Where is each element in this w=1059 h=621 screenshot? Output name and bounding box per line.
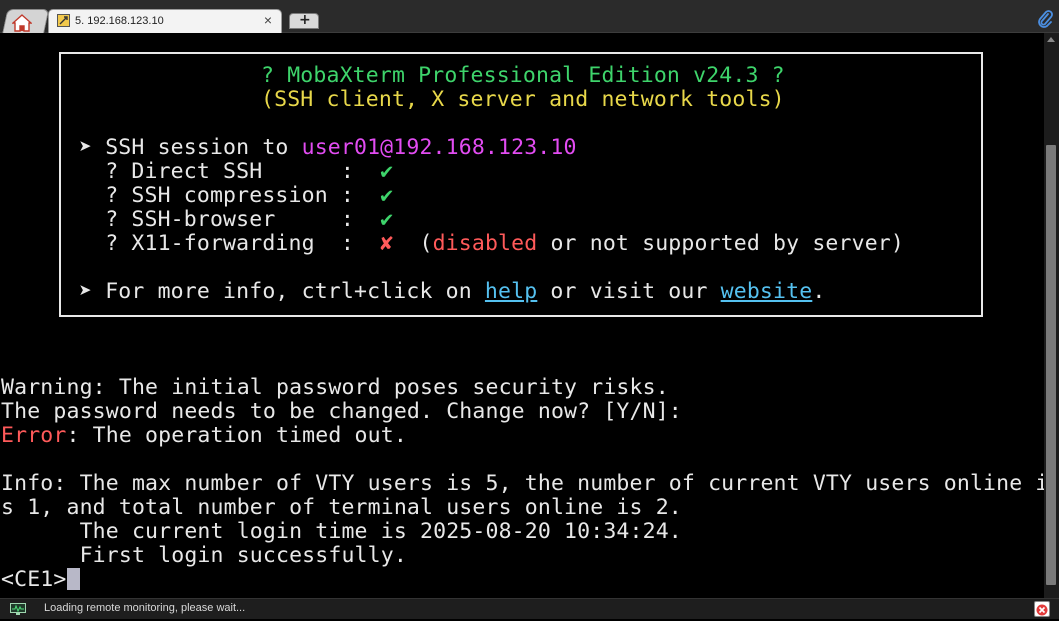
login-time-line: The current login time is 2025-08-20 10:…	[1, 519, 682, 544]
ssh-session-prefix: ➤ SSH session to	[79, 135, 302, 160]
option-ssh-compression: ? SSH compression : ✔	[79, 184, 393, 208]
option-label: ? X11-forwarding :	[79, 231, 381, 256]
home-icon[interactable]	[12, 14, 32, 32]
text-cursor	[67, 568, 81, 590]
tab-session-label: 5. 192.168.123.10	[75, 15, 164, 27]
paperclip-icon[interactable]	[1037, 10, 1053, 28]
tab-bar: 5. 192.168.123.10 × +	[0, 0, 1059, 34]
cross-icon: ✘	[380, 231, 394, 256]
option-label: ? SSH compression :	[79, 183, 381, 208]
more-info-line: ➤ For more info, ctrl+click on help or v…	[79, 280, 825, 304]
new-tab-button[interactable]: +	[289, 12, 319, 29]
first-login-line: First login successfully.	[1, 543, 407, 568]
ssh-session-icon	[57, 14, 70, 27]
option-direct-ssh: ? Direct SSH : ✔	[79, 160, 393, 184]
option-label: ? Direct SSH :	[79, 159, 381, 184]
option-label: ? SSH-browser :	[79, 207, 381, 232]
monitor-icon[interactable]	[10, 603, 26, 615]
check-icon: ✔	[380, 207, 394, 232]
info-line-2: s 1, and total number of terminal users …	[1, 495, 682, 520]
check-icon: ✔	[380, 183, 394, 208]
ssh-session-target: user01@192.168.123.10	[301, 135, 577, 160]
info-line-1: Info: The max number of VTY users is 5, …	[1, 471, 1044, 496]
check-icon: ✔	[380, 159, 394, 184]
tab-session[interactable]: 5. 192.168.123.10 ×	[48, 9, 282, 33]
more-info-prefix: ➤ For more info, ctrl+click on	[79, 279, 485, 304]
prompt-text: <CE1>	[1, 567, 67, 592]
plus-icon: +	[299, 12, 311, 28]
scrollbar-thumb[interactable]	[1046, 145, 1056, 585]
banner-subtitle: (SSH client, X server and network tools)	[261, 87, 785, 112]
more-info-suffix: .	[812, 279, 826, 304]
x11-note-disabled: disabled	[432, 231, 538, 256]
terminal-scrollbar[interactable]	[1044, 33, 1059, 598]
warning-line: Warning: The initial password poses secu…	[1, 375, 669, 400]
more-info-middle: or visit our	[537, 279, 721, 304]
help-link[interactable]: help	[485, 279, 537, 304]
x11-note-rest: or not supported by server)	[537, 231, 904, 256]
banner-title: ? MobaXterm Professional Edition v24.3 ?	[261, 63, 785, 88]
tab-close-icon[interactable]: ×	[264, 12, 272, 28]
website-link[interactable]: website	[721, 279, 813, 304]
error-line: Error: The operation timed out.	[1, 424, 407, 448]
option-x11-forwarding: ? X11-forwarding : ✘ (disabled or not su…	[79, 232, 904, 256]
password-change-prompt: The password needs to be changed. Change…	[1, 399, 682, 424]
scroll-up-icon[interactable]	[1047, 37, 1055, 42]
command-prompt[interactable]: <CE1>	[1, 567, 81, 592]
option-ssh-browser: ? SSH-browser : ✔	[79, 208, 393, 232]
close-icon[interactable]	[1034, 601, 1050, 617]
x11-note-open: (	[393, 231, 433, 256]
error-label: Error	[1, 423, 67, 448]
error-text: : The operation timed out.	[66, 423, 407, 448]
status-bar: Loading remote monitoring, please wait..…	[0, 598, 1059, 619]
terminal-area[interactable]: ? MobaXterm Professional Edition v24.3 ?…	[0, 33, 1044, 598]
ssh-session-line: ➤ SSH session to user01@192.168.123.10	[79, 136, 577, 160]
status-text: Loading remote monitoring, please wait..…	[44, 602, 246, 614]
